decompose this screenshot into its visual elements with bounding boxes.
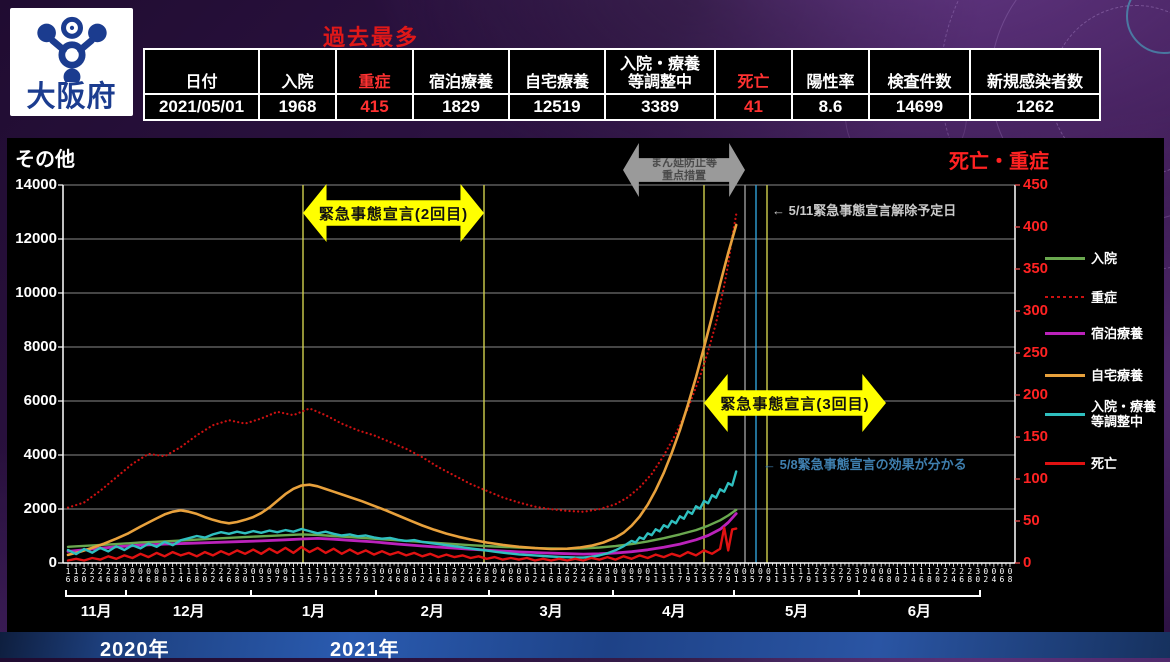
- table-column: 宿泊療養1829: [414, 50, 510, 119]
- right-axis-label: 50: [1023, 512, 1063, 530]
- table-column: 自宅療養12519: [510, 50, 606, 119]
- summary-table: 日付2021/05/01入院1968重症415宿泊療養1829自宅療養12519…: [143, 48, 1101, 121]
- right-axis-label: 450: [1023, 176, 1063, 194]
- right-axis-label: 350: [1023, 260, 1063, 278]
- left-axis-label: 2000: [9, 500, 57, 518]
- month-bracket: [733, 590, 860, 597]
- left-axis-label: 12000: [9, 230, 57, 248]
- table-value-cell: 14699: [870, 93, 969, 119]
- left-axis-label: 10000: [9, 284, 57, 302]
- table-column: 入院1968: [260, 50, 337, 119]
- left-axis-label: 14000: [9, 176, 57, 194]
- month-bracket: [125, 590, 252, 597]
- osaka-logo-card: 大阪府: [10, 8, 133, 116]
- legend-swatch-入院: [1045, 257, 1085, 260]
- right-axis-label: 200: [1023, 386, 1063, 404]
- table-header-cell: 陽性率: [793, 50, 868, 93]
- month-bracket: [612, 590, 735, 597]
- legend-label: 宿泊療養: [1091, 316, 1143, 350]
- dashboard-page: { "header": { "logo_text": "大阪府", "recor…: [0, 0, 1170, 658]
- annotation-note: ← 5/8緊急事態宣言の効果が分かる: [763, 454, 967, 473]
- left-axis-label: 6000: [9, 392, 57, 410]
- legend-label: 自宅療養: [1091, 358, 1143, 392]
- legend-swatch-入院・療養等調整中: [1045, 413, 1085, 416]
- left-axis-label: 8000: [9, 338, 57, 356]
- table-header-cell: 自宅療養: [510, 50, 604, 93]
- table-value-cell: 415: [337, 93, 412, 119]
- month-label: 6月: [858, 600, 981, 621]
- right-axis-label: 100: [1023, 470, 1063, 488]
- month-label: 1月: [250, 600, 377, 621]
- month-label: 4月: [612, 600, 735, 621]
- table-header-cell: 死亡: [716, 50, 791, 93]
- right-axis-label: 0: [1023, 554, 1063, 572]
- series-重症: [68, 214, 736, 511]
- table-value-cell: 8.6: [793, 93, 868, 119]
- legend-label: 入院: [1091, 241, 1117, 275]
- table-value-cell: 3389: [606, 93, 714, 119]
- month-bracket: [250, 590, 377, 597]
- table-value-cell: 1968: [260, 93, 335, 119]
- legend-swatch-重症: [1045, 296, 1085, 298]
- logo-text: 大阪府: [26, 82, 116, 112]
- table-column: 陽性率8.6: [793, 50, 870, 119]
- table-column: 死亡41: [716, 50, 793, 119]
- osaka-logo-icon: [29, 16, 115, 82]
- month-label: 2月: [375, 600, 490, 621]
- table-header-cell: 検査件数: [870, 50, 969, 93]
- table-header-cell: 重症: [337, 50, 412, 93]
- table-header-cell: 入院: [260, 50, 335, 93]
- legend-swatch-宿泊療養: [1045, 332, 1085, 335]
- table-column: 日付2021/05/01: [145, 50, 260, 119]
- month-bracket: [488, 590, 615, 597]
- month-label: 11月: [65, 600, 127, 621]
- left-axis-label: 0: [9, 554, 57, 572]
- right-axis-label: 250: [1023, 344, 1063, 362]
- x-tick-label: 0 8: [1005, 568, 1015, 584]
- table-header-cell: 宿泊療養: [414, 50, 508, 93]
- table-value-cell: 2021/05/01: [145, 93, 258, 119]
- month-bracket: [65, 590, 127, 597]
- annotation-note: ← 5/11緊急事態宣言解除予定日: [772, 200, 956, 219]
- table-value-cell: 1829: [414, 93, 508, 119]
- legend-label: 入院・療養 等調整中: [1091, 397, 1156, 431]
- month-label: 12月: [125, 600, 252, 621]
- month-bracket: [858, 590, 981, 597]
- legend-swatch-自宅療養: [1045, 374, 1085, 377]
- table-header-cell: 入院・療養 等調整中: [606, 50, 714, 93]
- right-axis-label: 400: [1023, 218, 1063, 236]
- month-bracket: [375, 590, 490, 597]
- month-label: 3月: [488, 600, 615, 621]
- table-header-cell: 日付: [145, 50, 258, 93]
- table-column: 重症415: [337, 50, 414, 119]
- legend-swatch-死亡: [1045, 462, 1085, 465]
- month-label: 5月: [733, 600, 860, 621]
- table-column: 新規感染者数1262: [971, 50, 1099, 119]
- right-axis-label: 300: [1023, 302, 1063, 320]
- legend-label: 重症: [1091, 280, 1117, 314]
- year-band: 2020年 2021年: [0, 632, 1170, 658]
- right-axis-label: 150: [1023, 428, 1063, 446]
- series-自宅療養: [68, 225, 736, 555]
- chart-panel: その他 死亡・重症 020004000600080001000012000140…: [7, 138, 1164, 632]
- table-value-cell: 1262: [971, 93, 1099, 119]
- chart-canvas: [7, 138, 1164, 632]
- table-column: 検査件数14699: [870, 50, 971, 119]
- legend-label: 死亡: [1091, 446, 1117, 480]
- table-header-cell: 新規感染者数: [971, 50, 1099, 93]
- left-axis-label: 4000: [9, 446, 57, 464]
- table-value-cell: 12519: [510, 93, 604, 119]
- table-value-cell: 41: [716, 93, 791, 119]
- decorative-arc-teal: [1126, 0, 1170, 54]
- table-column: 入院・療養 等調整中3389: [606, 50, 716, 119]
